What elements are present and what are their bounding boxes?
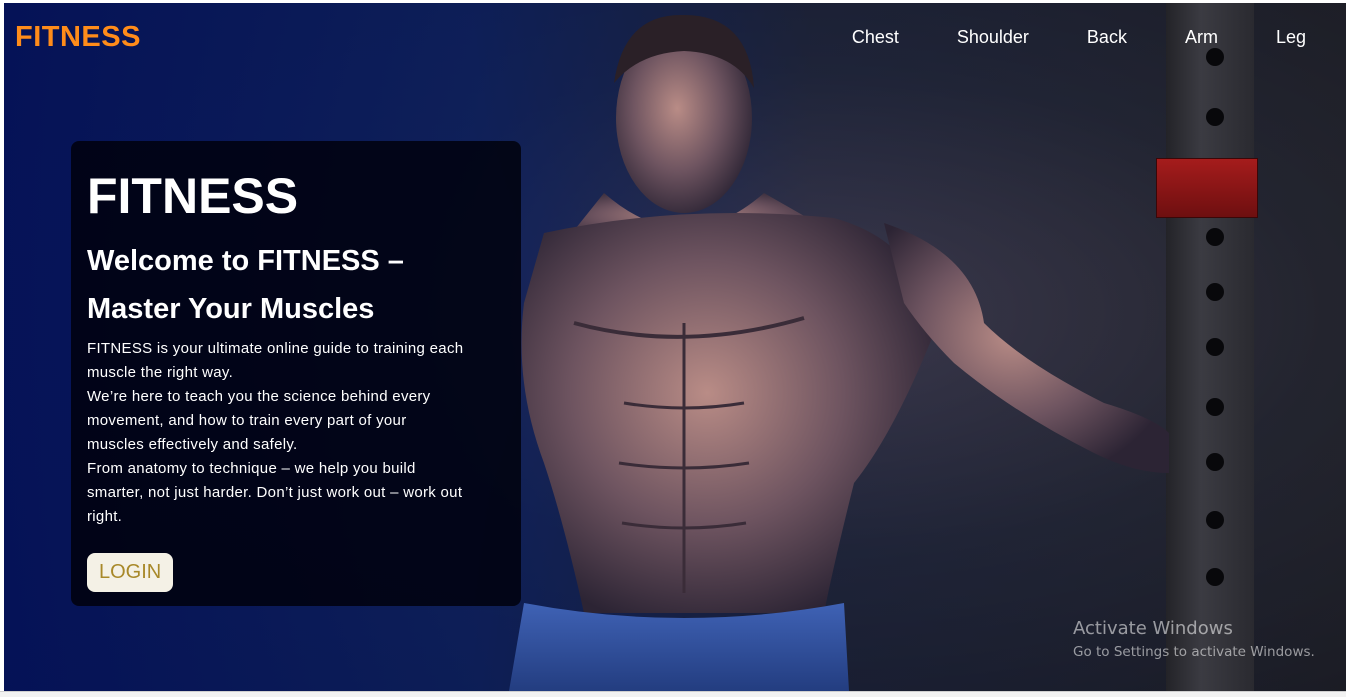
rack-hole	[1206, 228, 1224, 246]
nav-item-leg[interactable]: Leg	[1247, 27, 1306, 48]
watermark-title: Activate Windows	[1073, 618, 1233, 639]
nav-item-chest[interactable]: Chest	[823, 27, 928, 48]
rack-hole	[1206, 338, 1224, 356]
rack-hole	[1206, 48, 1224, 66]
rack-hole	[1206, 453, 1224, 471]
brand-logo[interactable]: FITNESS	[15, 21, 141, 54]
hero-section: FITNESS Chest Shoulder Back Arm Leg FITN…	[4, 3, 1346, 691]
rack-hole	[1206, 283, 1224, 301]
nav-item-back[interactable]: Back	[1058, 27, 1156, 48]
rack-hole	[1206, 398, 1224, 416]
welcome-card: FITNESS Welcome to FITNESS – Master Your…	[71, 141, 521, 606]
card-subtitle: Welcome to FITNESS – Master Your Muscles	[87, 237, 505, 333]
rack-hole	[1206, 511, 1224, 529]
description-line: muscles effectively and safely.	[87, 436, 298, 453]
watermark-subtitle: Go to Settings to activate Windows.	[1073, 644, 1315, 660]
nav-item-arm[interactable]: Arm	[1156, 27, 1247, 48]
athlete-image	[509, 14, 1169, 691]
nav-item-shoulder[interactable]: Shoulder	[928, 27, 1058, 48]
main-nav: Chest Shoulder Back Arm Leg	[823, 27, 1306, 48]
bottom-edge	[0, 691, 1346, 697]
description-line: movement, and how to train every part of…	[87, 412, 407, 429]
subtitle-line: Master Your Muscles	[87, 293, 375, 325]
description-line: FITNESS is your ultimate online guide to…	[87, 340, 464, 357]
rack-hole	[1206, 108, 1224, 126]
activate-windows-watermark: Activate Windows Go to Settings to activ…	[1073, 618, 1315, 660]
card-title: FITNESS	[87, 168, 299, 224]
description-line: right.	[87, 508, 123, 525]
description-line: smarter, not just harder. Don’t just wor…	[87, 484, 463, 501]
rack-hole	[1206, 568, 1224, 586]
card-description: FITNESS is your ultimate online guide to…	[87, 337, 505, 529]
description-line: We’re here to teach you the science behi…	[87, 388, 431, 405]
description-line: From anatomy to technique – we help you …	[87, 460, 416, 477]
description-line: muscle the right way.	[87, 364, 234, 381]
subtitle-line: Welcome to FITNESS –	[87, 245, 404, 277]
login-button[interactable]: LOGIN	[87, 553, 174, 592]
